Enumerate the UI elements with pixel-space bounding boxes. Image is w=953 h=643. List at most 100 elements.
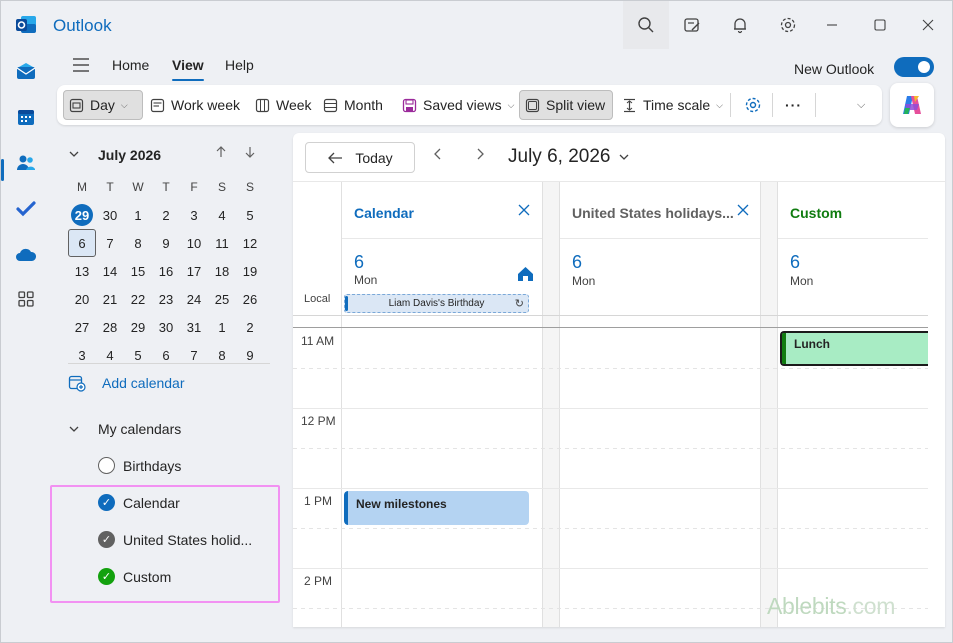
mini-calendar-day[interactable]: 15 [124, 257, 152, 285]
ribbon-divider [772, 93, 773, 117]
mini-calendar-day[interactable]: 29 [68, 201, 96, 229]
mini-calendar-day[interactable]: 26 [236, 285, 264, 313]
mini-calendar-day[interactable]: 7 [96, 229, 124, 257]
mini-calendar-day[interactable]: 11 [208, 229, 236, 257]
collapse-month-button[interactable] [68, 147, 80, 161]
day-number[interactable]: 6 [572, 252, 582, 273]
mini-calendar-day[interactable]: 8 [208, 341, 236, 369]
time-scale-button[interactable]: Time scale ⌵ [617, 90, 728, 120]
rail-people[interactable] [10, 147, 42, 179]
mini-calendar-day[interactable]: 31 [180, 313, 208, 341]
mini-calendar-day[interactable]: 7 [180, 341, 208, 369]
mini-calendar-day[interactable]: 29 [124, 313, 152, 341]
day-name: Mon [354, 273, 378, 287]
mini-calendar-day[interactable]: 13 [68, 257, 96, 285]
my-calendars-group[interactable]: My calendars [68, 421, 181, 437]
event-new-milestones[interactable]: New milestones [344, 491, 529, 525]
date-picker-title[interactable]: July 6, 2026 [508, 146, 630, 168]
mini-calendar-day[interactable]: 2 [236, 313, 264, 341]
notes-button[interactable] [669, 1, 715, 49]
tab-help[interactable]: Help [225, 57, 254, 73]
mini-calendar-day[interactable]: 24 [180, 285, 208, 313]
mini-calendar-day[interactable]: 10 [180, 229, 208, 257]
mini-calendar-day[interactable]: 30 [152, 313, 180, 341]
split-view-button[interactable]: Split view [519, 90, 613, 120]
half-hour-line [293, 528, 945, 529]
mini-calendar-day[interactable]: 4 [208, 201, 236, 229]
day-view-button[interactable]: Day ⌵ [63, 90, 143, 120]
calendar-item-birthdays[interactable]: Birthdays [98, 457, 181, 474]
mini-calendar-day[interactable]: 6 [68, 229, 96, 257]
time-label-1pm: 1 PM [304, 494, 333, 508]
calendar-settings-button[interactable] [739, 90, 767, 120]
mini-calendar-day[interactable]: 6 [152, 341, 180, 369]
day-name: Mon [572, 274, 596, 288]
mini-calendar-day[interactable]: 12 [236, 229, 264, 257]
hamburger-menu-button[interactable] [72, 57, 90, 73]
mini-calendar-day[interactable]: 1 [124, 201, 152, 229]
mini-calendar-day[interactable]: 5 [236, 201, 264, 229]
mini-calendar-day[interactable]: 18 [208, 257, 236, 285]
today-label: Today [355, 149, 393, 166]
day-number[interactable]: 6 [790, 252, 800, 273]
mini-calendar-day[interactable]: 20 [68, 285, 96, 313]
settings-button[interactable] [765, 1, 811, 49]
mini-calendar-day[interactable]: 22 [124, 285, 152, 313]
today-button[interactable]: Today [305, 142, 415, 173]
previous-day-button[interactable] [433, 147, 443, 166]
close-window-button[interactable] [905, 1, 951, 49]
weekday-label: W [132, 180, 144, 194]
previous-month-button[interactable] [215, 145, 227, 162]
mini-calendar-day[interactable]: 1 [208, 313, 236, 341]
mini-calendar-day[interactable]: 19 [236, 257, 264, 285]
tab-home[interactable]: Home [112, 57, 149, 73]
add-calendar-button[interactable]: Add calendar [68, 374, 185, 392]
more-options-button[interactable]: ··· [780, 90, 807, 120]
mini-calendar-day[interactable]: 23 [152, 285, 180, 313]
work-week-button[interactable]: Work week [145, 90, 245, 120]
next-month-button[interactable] [244, 145, 256, 162]
column-separator [542, 182, 543, 627]
mini-calendar-day[interactable]: 16 [152, 257, 180, 285]
copilot-button[interactable] [890, 83, 934, 127]
rail-todo[interactable] [10, 193, 42, 225]
new-outlook-toggle[interactable] [894, 57, 934, 77]
event-lunch[interactable]: Lunch [780, 331, 928, 366]
rail-onedrive[interactable] [10, 239, 42, 271]
rail-mail[interactable] [10, 55, 42, 87]
rail-more-apps[interactable] [10, 283, 42, 315]
notifications-button[interactable] [717, 1, 763, 49]
mini-calendar-day[interactable]: 9 [236, 341, 264, 369]
week-button[interactable]: Week [250, 90, 317, 120]
mini-calendar-day[interactable]: 30 [96, 201, 124, 229]
mini-calendar-day[interactable]: 9 [152, 229, 180, 257]
expand-ribbon-button[interactable]: ⌵ [852, 90, 870, 120]
maximize-button[interactable] [857, 1, 903, 49]
mini-calendar-day[interactable]: 28 [96, 313, 124, 341]
mini-calendar-day[interactable]: 21 [96, 285, 124, 313]
mini-calendar-day[interactable]: 3 [180, 201, 208, 229]
mini-calendar-day[interactable]: 25 [208, 285, 236, 313]
mini-calendar-day[interactable]: 17 [180, 257, 208, 285]
mini-calendar-day[interactable]: 5 [124, 341, 152, 369]
day-number[interactable]: 6 [354, 252, 364, 273]
search-button[interactable] [623, 1, 669, 49]
rail-calendar[interactable] [10, 101, 42, 133]
mini-calendar-day[interactable]: 4 [96, 341, 124, 369]
close-calendar-column-button[interactable] [518, 203, 530, 220]
mini-calendar-day[interactable]: 3 [68, 341, 96, 369]
month-button[interactable]: Month [318, 90, 388, 120]
all-day-event-birthday[interactable]: Liam Davis's Birthday ↻ [344, 294, 529, 313]
day-label: 4 [218, 207, 226, 223]
next-day-button[interactable] [475, 147, 485, 166]
close-holidays-column-button[interactable] [737, 203, 749, 220]
mini-calendar-day[interactable]: 14 [96, 257, 124, 285]
mini-calendar-day[interactable]: 8 [124, 229, 152, 257]
save-icon [402, 98, 417, 112]
day-label: 4 [106, 347, 114, 363]
minimize-button[interactable] [809, 1, 855, 49]
saved-views-button[interactable]: Saved views ⌵ [397, 90, 519, 120]
tab-view[interactable]: View [172, 57, 204, 73]
mini-calendar-day[interactable]: 27 [68, 313, 96, 341]
mini-calendar-day[interactable]: 2 [152, 201, 180, 229]
